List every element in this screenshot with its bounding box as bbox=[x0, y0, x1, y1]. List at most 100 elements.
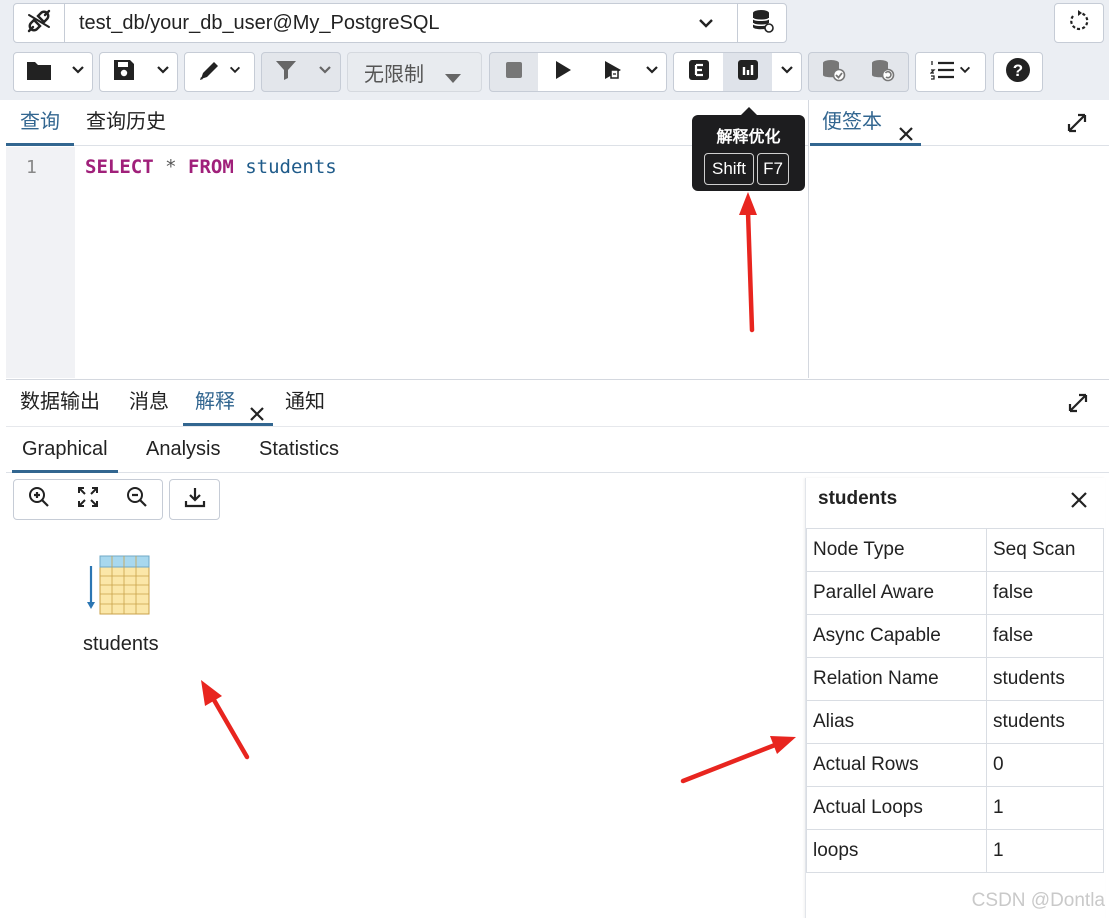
details-row: Parallel Aware false bbox=[806, 571, 1104, 615]
help-icon: ? bbox=[1005, 57, 1031, 88]
line-number: 1 bbox=[26, 157, 37, 178]
scratch-pad-label: 便签本 bbox=[822, 111, 882, 133]
filter-button[interactable] bbox=[261, 52, 311, 92]
tab-graphical[interactable]: Graphical bbox=[12, 427, 118, 473]
row-limit-label: 无限制 bbox=[364, 63, 424, 86]
tab-messages[interactable]: 消息 bbox=[129, 380, 169, 426]
watermark: CSDN @Dontla bbox=[971, 890, 1105, 911]
download-icon bbox=[184, 486, 206, 513]
zoom-out-icon bbox=[126, 486, 148, 513]
row-limit-select[interactable]: 无限制 bbox=[347, 52, 482, 92]
shortcut-key-shift: Shift bbox=[704, 153, 754, 185]
shortcut-key-f7: F7 bbox=[757, 153, 789, 185]
sql-code-line[interactable]: SELECT * FROM students bbox=[85, 156, 337, 178]
zoom-in-icon bbox=[28, 486, 50, 513]
download-button[interactable] bbox=[169, 479, 220, 520]
details-value: 1 bbox=[986, 829, 1104, 873]
tab-query-history[interactable]: 查询历史 bbox=[86, 100, 166, 146]
save-icon bbox=[113, 59, 135, 86]
output-panel: 数据输出 消息 解释 通知 Graphical Analysis Statist… bbox=[6, 379, 1109, 918]
close-icon[interactable] bbox=[898, 114, 914, 158]
fit-screen-icon bbox=[77, 486, 99, 513]
new-connection-button[interactable] bbox=[737, 3, 787, 43]
details-key: Alias bbox=[806, 700, 987, 744]
commit-button[interactable] bbox=[808, 52, 859, 92]
chevron-down-icon bbox=[228, 63, 242, 82]
zoom-out-button[interactable] bbox=[112, 479, 163, 520]
execute-dropdown[interactable] bbox=[637, 52, 667, 92]
plan-node-seq-scan[interactable] bbox=[86, 554, 152, 618]
tab-data-output[interactable]: 数据输出 bbox=[20, 380, 100, 426]
tab-query[interactable]: 查询 bbox=[6, 100, 74, 146]
explain-button[interactable] bbox=[673, 52, 724, 92]
details-key: Actual Loops bbox=[806, 786, 987, 830]
connection-select[interactable]: test_db/your_db_user@My_PostgreSQL bbox=[64, 3, 738, 43]
explain-analyze-icon bbox=[737, 59, 759, 86]
macros-button[interactable] bbox=[915, 52, 986, 92]
node-details-table: Node Type Seq Scan Parallel Aware false Asyn… bbox=[806, 528, 1104, 873]
open-file-button[interactable] bbox=[13, 52, 65, 92]
refresh-icon bbox=[1068, 9, 1090, 37]
help-button[interactable]: ? bbox=[993, 52, 1043, 92]
explain-dropdown[interactable] bbox=[772, 52, 802, 92]
chevron-down-icon bbox=[779, 62, 795, 83]
svg-text:?: ? bbox=[1013, 61, 1023, 80]
node-details-header: students bbox=[806, 478, 1105, 526]
refresh-button[interactable] bbox=[1054, 3, 1104, 43]
explain-icon bbox=[688, 59, 710, 86]
maximize-icon[interactable] bbox=[1067, 392, 1089, 419]
zoom-in-button[interactable] bbox=[13, 479, 64, 520]
tab-analysis[interactable]: Analysis bbox=[136, 427, 230, 473]
connection-status-button[interactable] bbox=[13, 3, 65, 43]
execute-script-button[interactable] bbox=[588, 52, 638, 92]
details-row: Actual Loops 1 bbox=[806, 786, 1104, 830]
explain-analyze-tooltip: 解释优化 Shift F7 bbox=[692, 115, 805, 191]
tab-statistics[interactable]: Statistics bbox=[249, 427, 349, 473]
tab-notifications[interactable]: 通知 bbox=[285, 380, 325, 426]
details-key: Relation Name bbox=[806, 657, 987, 701]
play-icon bbox=[554, 60, 572, 85]
execute-button[interactable] bbox=[538, 52, 589, 92]
details-key: Node Type bbox=[806, 528, 987, 572]
save-dropdown[interactable] bbox=[148, 52, 178, 92]
sql-operator: * bbox=[165, 156, 177, 178]
maximize-icon[interactable] bbox=[1066, 112, 1088, 139]
filter-dropdown[interactable] bbox=[310, 52, 341, 92]
folder-icon bbox=[26, 59, 52, 86]
explain-analyze-button[interactable] bbox=[723, 52, 773, 92]
rollback-button[interactable] bbox=[858, 52, 909, 92]
scratch-pad-tabs: 便签本 bbox=[810, 100, 1109, 146]
chevron-down-icon bbox=[155, 62, 171, 83]
pencil-icon bbox=[198, 58, 224, 87]
details-row: loops 1 bbox=[806, 829, 1104, 873]
details-value: students bbox=[986, 700, 1104, 744]
tab-explain[interactable]: 解释 bbox=[183, 380, 273, 426]
details-value: 1 bbox=[986, 786, 1104, 830]
stop-button[interactable] bbox=[489, 52, 539, 92]
database-undo-icon bbox=[870, 58, 896, 87]
node-details-panel: students Node Type Seq Scan Parallel Aware… bbox=[805, 478, 1105, 918]
details-key: Async Capable bbox=[806, 614, 987, 658]
play-script-icon bbox=[602, 59, 624, 86]
close-icon[interactable] bbox=[1069, 490, 1089, 515]
connection-bar: test_db/your_db_user@My_PostgreSQL bbox=[0, 0, 1109, 48]
scratch-pad-panel: 便签本 bbox=[810, 100, 1109, 378]
chevron-down-icon bbox=[697, 14, 715, 38]
details-value: false bbox=[986, 571, 1104, 615]
details-row: Node Type Seq Scan bbox=[806, 528, 1104, 572]
details-row: Alias students bbox=[806, 700, 1104, 744]
save-button[interactable] bbox=[99, 52, 149, 92]
numbered-list-icon bbox=[928, 59, 956, 86]
edit-button[interactable] bbox=[184, 52, 255, 92]
details-row: Async Capable false bbox=[806, 614, 1104, 658]
open-file-dropdown[interactable] bbox=[64, 52, 93, 92]
details-key: Parallel Aware bbox=[806, 571, 987, 615]
query-toolbar: 无限制 ? bbox=[0, 48, 1109, 100]
details-value: students bbox=[986, 657, 1104, 701]
editor-tabs: 查询 查询历史 bbox=[6, 100, 808, 146]
zoom-fit-button[interactable] bbox=[63, 479, 113, 520]
tab-scratch-pad[interactable]: 便签本 bbox=[810, 100, 921, 146]
sql-identifier: students bbox=[245, 156, 337, 178]
details-row: Relation Name students bbox=[806, 657, 1104, 701]
details-row: Actual Rows 0 bbox=[806, 743, 1104, 787]
